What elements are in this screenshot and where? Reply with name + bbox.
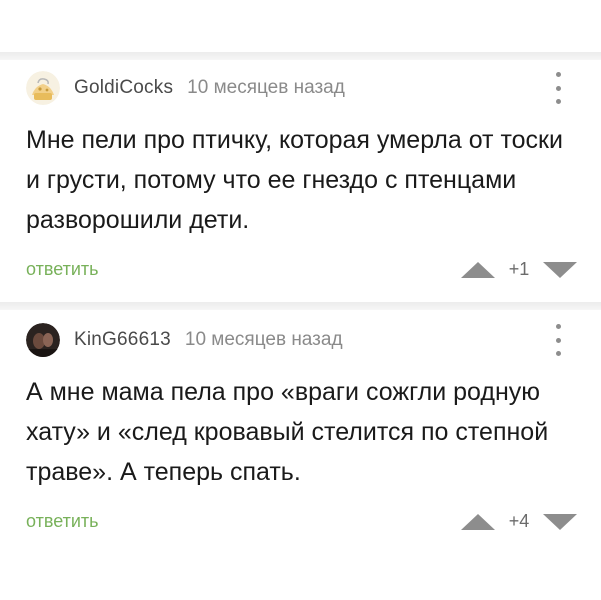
- username[interactable]: GoldiCocks: [74, 77, 173, 99]
- comment-header: KinG66613 10 месяцев назад: [26, 322, 343, 358]
- rating-value: +1: [508, 259, 530, 279]
- comment-header: GoldiCocks 10 месяцев назад: [26, 70, 345, 106]
- divider: [0, 52, 601, 60]
- comment-time: 10 месяцев назад: [184, 329, 343, 350]
- vote-controls: +4: [461, 511, 577, 532]
- rating-value: +4: [508, 511, 530, 531]
- downvote-icon[interactable]: [543, 261, 577, 278]
- comment-text: А мне мама пела про «враги сожгли родную…: [26, 378, 549, 486]
- avatar[interactable]: [26, 71, 60, 105]
- avatar-image-icon: [26, 323, 60, 357]
- upvote-icon[interactable]: [461, 261, 495, 278]
- vote-controls: +1: [461, 259, 577, 280]
- more-vertical-icon[interactable]: [553, 72, 563, 104]
- reply-button[interactable]: ответить: [26, 511, 99, 532]
- reply-button[interactable]: ответить: [26, 259, 99, 280]
- comments-page: GoldiCocks 10 месяцев назад Мне пели про…: [0, 0, 601, 600]
- more-vertical-icon[interactable]: [553, 324, 563, 356]
- divider: [0, 302, 601, 310]
- comment-text: Мне пели про птичку, которая умерла от т…: [26, 126, 563, 234]
- username[interactable]: KinG66613: [74, 329, 171, 351]
- avatar[interactable]: [26, 323, 60, 357]
- downvote-icon[interactable]: [543, 513, 577, 530]
- upvote-icon[interactable]: [461, 513, 495, 530]
- avatar-image-icon: [26, 71, 60, 105]
- comment-time: 10 месяцев назад: [187, 77, 345, 98]
